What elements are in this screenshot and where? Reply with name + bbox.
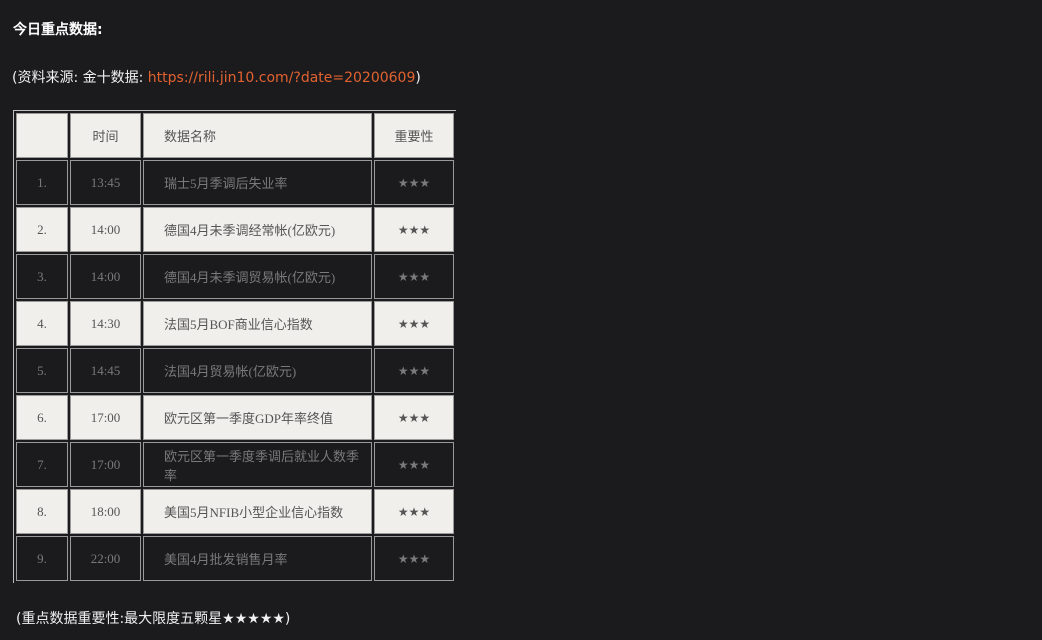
row-index: 2. [16,207,68,252]
row-name: 欧元区第一季度季调后就业人数季率 [143,442,372,487]
row-time: 17:00 [70,442,141,487]
row-index: 6. [16,395,68,440]
table-row: 9. 22:00 美国4月批发销售月率 ★★★ [16,536,454,581]
row-time: 13:45 [70,160,141,205]
source-link[interactable]: https://rili.jin10.com/?date=20200609 [148,70,416,86]
row-name: 美国5月NFIB小型企业信心指数 [143,489,372,534]
row-time: 22:00 [70,536,141,581]
row-name: 法国4月贸易帐(亿欧元) [143,348,372,393]
row-time: 18:00 [70,489,141,534]
table-header-row: 时间 数据名称 重要性 [16,113,454,158]
table-row: 3. 14:00 德国4月未季调贸易帐(亿欧元) ★★★ [16,254,454,299]
row-index: 7. [16,442,68,487]
row-index: 5. [16,348,68,393]
header-importance: 重要性 [374,113,454,158]
header-name: 数据名称 [143,113,372,158]
row-name: 瑞士5月季调后失业率 [143,160,372,205]
table-row: 2. 14:00 德国4月未季调经常帐(亿欧元) ★★★ [16,207,454,252]
table-row: 5. 14:45 法国4月贸易帐(亿欧元) ★★★ [16,348,454,393]
table-row: 1. 13:45 瑞士5月季调后失业率 ★★★ [16,160,454,205]
row-index: 4. [16,301,68,346]
row-time: 17:00 [70,395,141,440]
key-data-table: 时间 数据名称 重要性 1. 13:45 瑞士5月季调后失业率 ★★★ 2. 1… [13,110,456,583]
table-row: 6. 17:00 欧元区第一季度GDP年率终值 ★★★ [16,395,454,440]
row-index: 3. [16,254,68,299]
row-importance: ★★★ [374,395,454,440]
row-importance: ★★★ [374,160,454,205]
row-time: 14:45 [70,348,141,393]
row-importance: ★★★ [374,442,454,487]
row-time: 14:00 [70,254,141,299]
row-name: 德国4月未季调贸易帐(亿欧元) [143,254,372,299]
importance-footnote: (重点数据重要性:最大限度五颗星★★★★★) [16,611,291,627]
row-importance: ★★★ [374,489,454,534]
row-name: 德国4月未季调经常帐(亿欧元) [143,207,372,252]
table-row: 8. 18:00 美国5月NFIB小型企业信心指数 ★★★ [16,489,454,534]
row-index: 8. [16,489,68,534]
row-importance: ★★★ [374,207,454,252]
row-importance: ★★★ [374,301,454,346]
row-time: 14:00 [70,207,141,252]
source-line: (资料来源: 金十数据: https://rili.jin10.com/?dat… [12,67,421,87]
page-heading: 今日重点数据: [13,22,103,38]
row-name: 法国5月BOF商业信心指数 [143,301,372,346]
header-index [16,113,68,158]
header-time: 时间 [70,113,141,158]
row-index: 1. [16,160,68,205]
row-time: 14:30 [70,301,141,346]
row-importance: ★★★ [374,254,454,299]
source-suffix: ) [415,70,421,86]
row-name: 美国4月批发销售月率 [143,536,372,581]
row-index: 9. [16,536,68,581]
row-name: 欧元区第一季度GDP年率终值 [143,395,372,440]
source-prefix: (资料来源: 金十数据: [12,70,148,86]
row-importance: ★★★ [374,536,454,581]
table-row: 7. 17:00 欧元区第一季度季调后就业人数季率 ★★★ [16,442,454,487]
row-importance: ★★★ [374,348,454,393]
table-row: 4. 14:30 法国5月BOF商业信心指数 ★★★ [16,301,454,346]
